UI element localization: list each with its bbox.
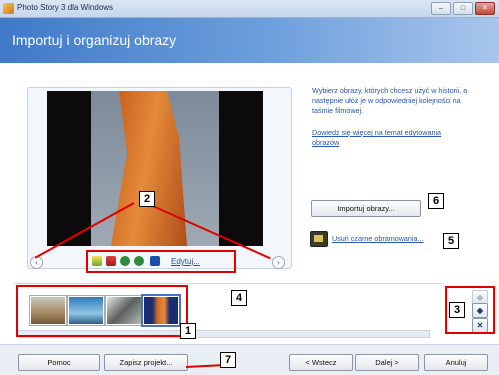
preview-image <box>47 91 263 246</box>
callout-1: 1 <box>180 323 196 339</box>
instructions-text: Wybierz obrazy, których chcesz użyć w hi… <box>312 86 468 115</box>
callout-2: 2 <box>139 191 155 207</box>
callout-5: 5 <box>443 233 459 249</box>
back-label: < Wstecz <box>305 358 337 367</box>
photo-story-window: Photo Story 3 dla Windows – □ ✕ Importuj… <box>0 0 499 375</box>
maximize-button[interactable]: □ <box>453 2 473 15</box>
save-project-label: Zapisz projekt... <box>119 358 173 367</box>
title-bar: Photo Story 3 dla Windows – □ ✕ <box>0 0 499 18</box>
remove-borders-label[interactable]: Usuń czarne obramowania... <box>332 234 424 243</box>
cancel-label: Anuluj <box>445 358 467 367</box>
app-icon <box>3 3 14 14</box>
annotation-box-toolbar <box>86 250 236 273</box>
minimize-button[interactable]: – <box>431 2 451 15</box>
window-title: Photo Story 3 dla Windows <box>17 3 114 12</box>
callout-3: 3 <box>449 302 465 318</box>
annotation-box-filmstrip <box>16 285 188 337</box>
remove-borders-icon <box>310 231 328 247</box>
next-button[interactable]: Dalej > <box>355 354 419 371</box>
back-button[interactable]: < Wstecz <box>289 354 353 371</box>
help-button[interactable]: Pomoc <box>18 354 100 371</box>
save-project-button[interactable]: Zapisz projekt... <box>104 354 188 371</box>
import-images-label: Importuj obrazy... <box>337 204 395 213</box>
close-button[interactable]: ✕ <box>475 2 495 15</box>
import-images-button[interactable]: Importuj obrazy... <box>311 200 421 217</box>
page-title: Importuj i organizuj obrazy <box>12 32 177 48</box>
cancel-button[interactable]: Anuluj <box>424 354 488 371</box>
next-image-arrow[interactable]: › <box>272 256 285 269</box>
callout-4: 4 <box>231 290 247 306</box>
next-label: Dalej > <box>375 358 399 367</box>
callout-6: 6 <box>428 193 444 209</box>
page-header: Importuj i organizuj obrazy <box>0 18 499 63</box>
callout-7: 7 <box>220 352 236 368</box>
learn-more-link[interactable]: Dowiedz się więcej na temat edytowania o… <box>312 128 452 148</box>
help-label: Pomoc <box>47 358 71 367</box>
